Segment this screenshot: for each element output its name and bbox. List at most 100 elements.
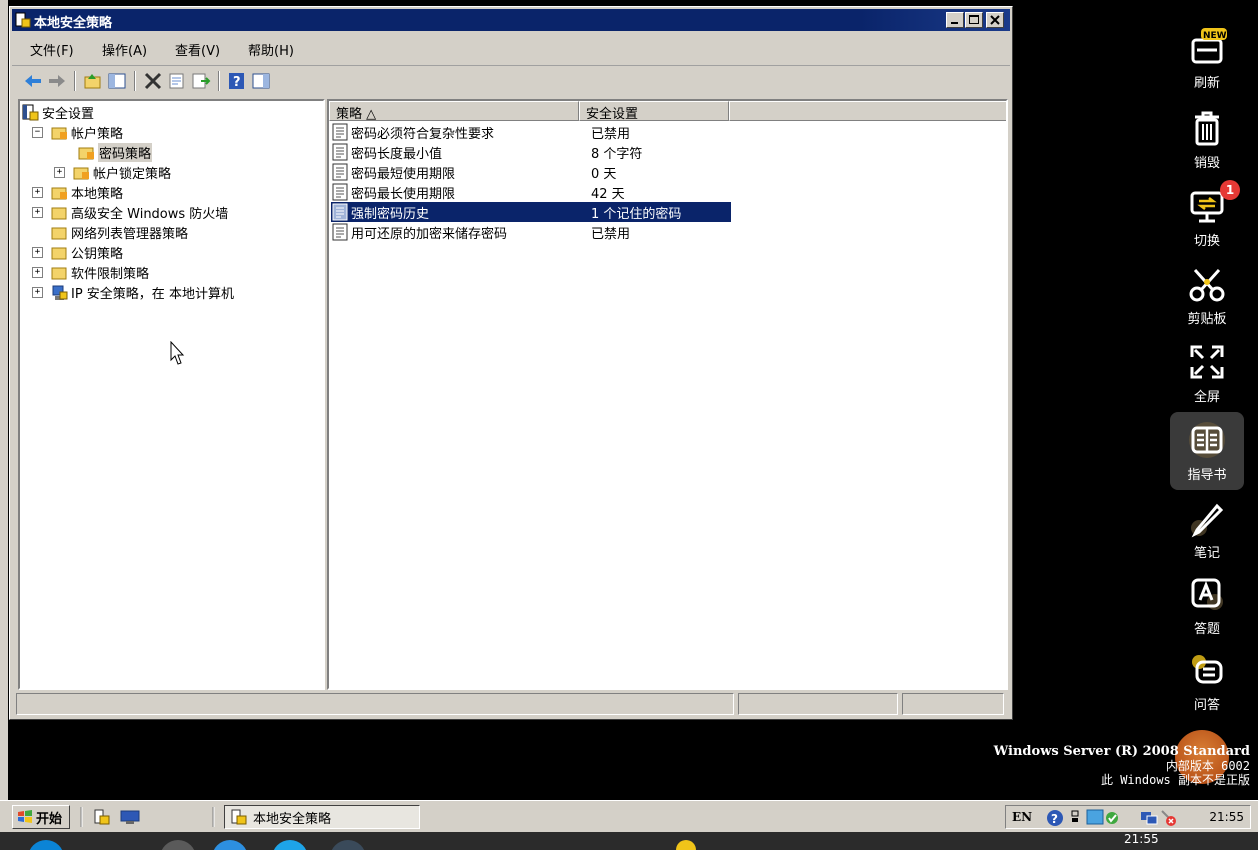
menu-file[interactable]: 文件(F)	[30, 40, 74, 59]
show-desktop-icon[interactable]	[120, 809, 140, 825]
status-cell	[738, 693, 898, 715]
windows-watermark: Windows Server (R) 2008 Standard 内部版本 60…	[994, 745, 1250, 788]
tree-item-windows-firewall[interactable]: + 高级安全 Windows 防火墙	[32, 202, 228, 222]
host-taskbar: 21:55	[0, 832, 1258, 850]
tree-item-software-restriction[interactable]: + 软件限制策略	[32, 262, 149, 282]
right-sidebar: NEW 刷新 销毁 1 切换 剪贴板 全屏 指导书 笔记 答题 问答	[1160, 0, 1258, 730]
properties-icon[interactable]	[166, 71, 188, 91]
back-arrow-icon[interactable]	[22, 71, 44, 91]
policy-row-selected[interactable]: 强制密码历史 1 个记住的密码	[331, 202, 731, 222]
tree-item-local-policies[interactable]: + 本地策略	[32, 182, 123, 202]
policy-name: 密码最短使用期限	[351, 166, 456, 182]
tray-expand-icon[interactable]	[1070, 809, 1084, 827]
start-button[interactable]: 开始	[12, 805, 70, 829]
host-app-icon[interactable]	[212, 840, 248, 850]
show-hide-tree-icon[interactable]	[106, 71, 128, 91]
minimize-button[interactable]	[946, 12, 964, 28]
host-app-icon[interactable]	[272, 840, 308, 850]
expand-toggle[interactable]: +	[54, 166, 65, 178]
qa-button[interactable]: 问答	[1170, 642, 1244, 720]
folder-icon	[51, 207, 67, 219]
network-disconnected-icon[interactable]	[1140, 809, 1180, 827]
fullscreen-button[interactable]: 全屏	[1170, 334, 1244, 412]
server-manager-icon[interactable]	[94, 809, 112, 825]
expand-toggle[interactable]: +	[32, 206, 43, 218]
column-header-policy[interactable]: 策略 △	[329, 101, 579, 122]
taskbar-clock[interactable]: 21:55	[1209, 810, 1244, 824]
menu-help[interactable]: 帮助(H)	[248, 40, 294, 59]
folder-icon	[51, 267, 67, 279]
expand-toggle[interactable]: +	[32, 246, 43, 258]
window-title: 本地安全策略	[34, 16, 113, 31]
qa-icon	[1192, 655, 1223, 684]
answer-button[interactable]: 答题	[1170, 566, 1244, 644]
policy-setting: 42 天	[591, 186, 625, 202]
policy-setting: 8 个字符	[591, 146, 643, 162]
tree-item-network-list-manager[interactable]: 网络列表管理器策略	[51, 222, 188, 242]
policy-row[interactable]: 密码必须符合复杂性要求 已禁用	[331, 122, 731, 142]
expand-toggle[interactable]: +	[32, 186, 43, 198]
help-icon[interactable]: ?	[226, 71, 248, 91]
tree-label: 帐户锁定策略	[93, 166, 172, 182]
notes-button[interactable]: 笔记	[1170, 490, 1244, 568]
clipboard-button[interactable]: 剪贴板	[1170, 256, 1244, 334]
tree-item-public-key-policies[interactable]: + 公钥策略	[32, 242, 123, 262]
task-label: 本地安全策略	[253, 811, 332, 827]
expand-toggle[interactable]: +	[32, 286, 43, 298]
toolbar: ?	[12, 65, 1010, 95]
policy-name: 密码最长使用期限	[351, 186, 456, 202]
taskbar-separator	[212, 807, 215, 827]
system-tray: EN ? 21:55	[1005, 805, 1251, 829]
expand-toggle[interactable]: +	[32, 266, 43, 278]
scissors-icon	[1189, 268, 1225, 302]
sidebar-label: 销毁	[1193, 156, 1220, 171]
policy-row[interactable]: 密码最短使用期限 0 天	[331, 162, 731, 182]
help-icon[interactable]: ?	[1046, 809, 1064, 827]
host-app-icon[interactable]	[330, 840, 366, 850]
security-settings-icon	[22, 104, 39, 120]
tree-item-account-policies[interactable]: − 帐户策略	[32, 122, 123, 142]
security-center-icon[interactable]	[1086, 809, 1126, 827]
remote-desktop: 本地安全策略 文件(F) 操作(A) 查看(V) 帮助(H) ? 安全设置 − …	[0, 0, 1258, 830]
tree-root-security-settings[interactable]: 安全设置	[22, 102, 94, 122]
column-header-setting[interactable]: 安全设置	[579, 101, 729, 122]
menu-action[interactable]: 操作(A)	[102, 40, 147, 59]
column-header-empty	[729, 101, 1006, 121]
host-edge-icon[interactable]	[28, 840, 64, 850]
destroy-button[interactable]: 销毁	[1170, 100, 1244, 178]
action-pane-icon[interactable]	[250, 71, 272, 91]
start-label: 开始	[36, 811, 63, 827]
menu-view[interactable]: 查看(V)	[175, 40, 220, 59]
guide-button[interactable]: 指导书	[1170, 412, 1244, 490]
policy-row[interactable]: 密码最长使用期限 42 天	[331, 182, 731, 202]
switch-button[interactable]: 1 切换	[1170, 178, 1244, 256]
taskbar: 开始 本地安全策略 EN ? 21:55	[0, 800, 1258, 832]
policy-icon	[332, 183, 348, 201]
tree-item-password-policy[interactable]: 密码策略	[78, 142, 153, 162]
list-header: 策略 △ 安全设置	[329, 101, 1006, 122]
host-app-icon[interactable]	[676, 840, 696, 850]
up-folder-icon[interactable]	[82, 71, 104, 91]
policy-row[interactable]: 密码长度最小值 8 个字符	[331, 142, 731, 162]
host-clock[interactable]: 21:55	[1124, 832, 1159, 846]
forward-arrow-icon[interactable]	[46, 71, 68, 91]
title-bar[interactable]: 本地安全策略	[12, 9, 1010, 31]
close-button[interactable]	[986, 12, 1004, 28]
tree-item-ip-security[interactable]: + IP 安全策略，在 本地计算机	[32, 282, 234, 302]
input-language[interactable]: EN	[1012, 810, 1032, 824]
trash-icon	[1195, 111, 1219, 146]
tree-item-account-lockout-policy[interactable]: + 帐户锁定策略	[54, 162, 171, 182]
refresh-button[interactable]: NEW 刷新	[1170, 20, 1244, 98]
taskbar-separator	[80, 807, 83, 827]
collapse-toggle[interactable]: −	[32, 126, 43, 138]
folder-lock-icon	[51, 187, 67, 199]
maximize-button[interactable]	[965, 12, 983, 28]
policy-icon	[332, 203, 348, 221]
export-list-icon[interactable]	[190, 71, 212, 91]
host-app-icon[interactable]	[160, 840, 196, 850]
policy-row[interactable]: 用可还原的加密来储存密码 已禁用	[331, 222, 731, 242]
taskbar-window-button[interactable]: 本地安全策略	[224, 805, 420, 829]
delete-icon[interactable]	[142, 71, 164, 91]
tree-label: 网络列表管理器策略	[71, 226, 189, 242]
svg-text:?: ?	[1051, 812, 1058, 826]
